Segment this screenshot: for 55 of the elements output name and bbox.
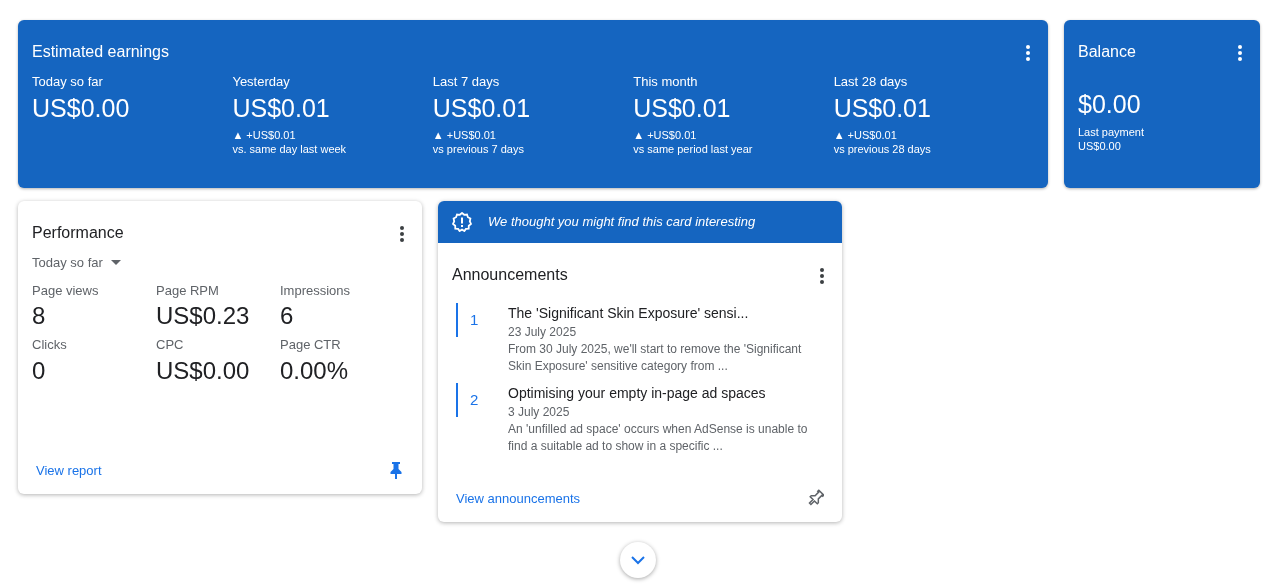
metric-label: Page CTR [280,336,342,355]
comparison-text: vs previous 7 days [432,142,525,156]
banner-text: We thought you might find this card interesting [488,213,756,232]
change-text: ▲ +US$0.01 [633,128,698,142]
item-number: 2 [456,383,508,417]
announcement-summary: An 'unfilled ad space' occurs when AdSense is unable to find a suitable ad to show in a specific ... [508,421,809,455]
earnings-amount: US$0.00 [32,92,131,124]
last-payment-label: Last payment [1078,124,1146,139]
announcement-date: 3 July 2025 [508,404,571,421]
metric-value: 0.00% [280,355,350,386]
metric-value: US$0.23 [156,301,251,331]
last-payment-amount: US$0.00 [1078,138,1122,153]
announcement-title[interactable]: The 'Significant Skin Exposure' sensi... [508,303,828,324]
metric-label: CPC [156,336,185,355]
card-title: Balance [1078,42,1136,62]
change-text: ▲ +US$0.01 [432,128,497,142]
change-text: ▲ +US$0.01 [232,128,297,142]
period-label: Yesterday [232,73,291,91]
alert-badge-icon [452,212,472,232]
metric-value: 0 [32,355,47,386]
view-report-link[interactable]: View report [36,460,102,480]
period-label: Last 7 days [432,73,501,91]
earnings-amount: US$0.01 [432,92,532,124]
comparison-text: vs same period last year [633,142,754,156]
metric-label: Clicks [32,336,68,355]
metric-label: Page views [32,281,100,300]
period-label: Today so far [32,73,104,91]
pin-icon[interactable] [388,461,404,480]
earnings-amount: US$0.01 [232,92,331,124]
announcement-date: 23 July 2025 [508,324,578,341]
date-range-dropdown[interactable]: Today so far [32,253,121,273]
card-title: Performance [32,223,124,243]
change-text: ▲ +US$0.01 [833,128,898,142]
comparison-text: vs. same day last week [232,142,348,156]
period-label: This month [633,73,699,91]
earnings-amount: US$0.01 [633,92,732,124]
metric-value: 8 [32,301,47,331]
comparison-text: vs previous 28 days [833,142,932,156]
view-announcements-link[interactable]: View announcements [456,488,581,508]
earnings-amount: US$0.01 [833,92,932,124]
announcement-title[interactable]: Optimising your empty in-page ad spaces [508,383,828,404]
metric-value: US$0.00 [156,355,251,386]
period-label: Last 28 days [833,73,909,91]
scroll-down-button[interactable] [620,542,656,578]
chevron-down-icon [631,555,645,565]
pin-icon[interactable] [808,489,824,508]
card-title: Estimated earnings [32,42,169,62]
balance-amount: $0.00 [1078,89,1142,120]
item-number: 1 [456,303,508,337]
metric-label: Page RPM [156,281,220,300]
caret-icon [110,260,121,266]
metric-value: 6 [280,301,295,331]
metric-label: Impressions [280,281,352,300]
announcement-summary: From 30 July 2025, we'll start to remove the 'Significant Skin Exposure' sensitive category from ... [508,341,803,375]
card-title: Announcements [452,265,568,285]
